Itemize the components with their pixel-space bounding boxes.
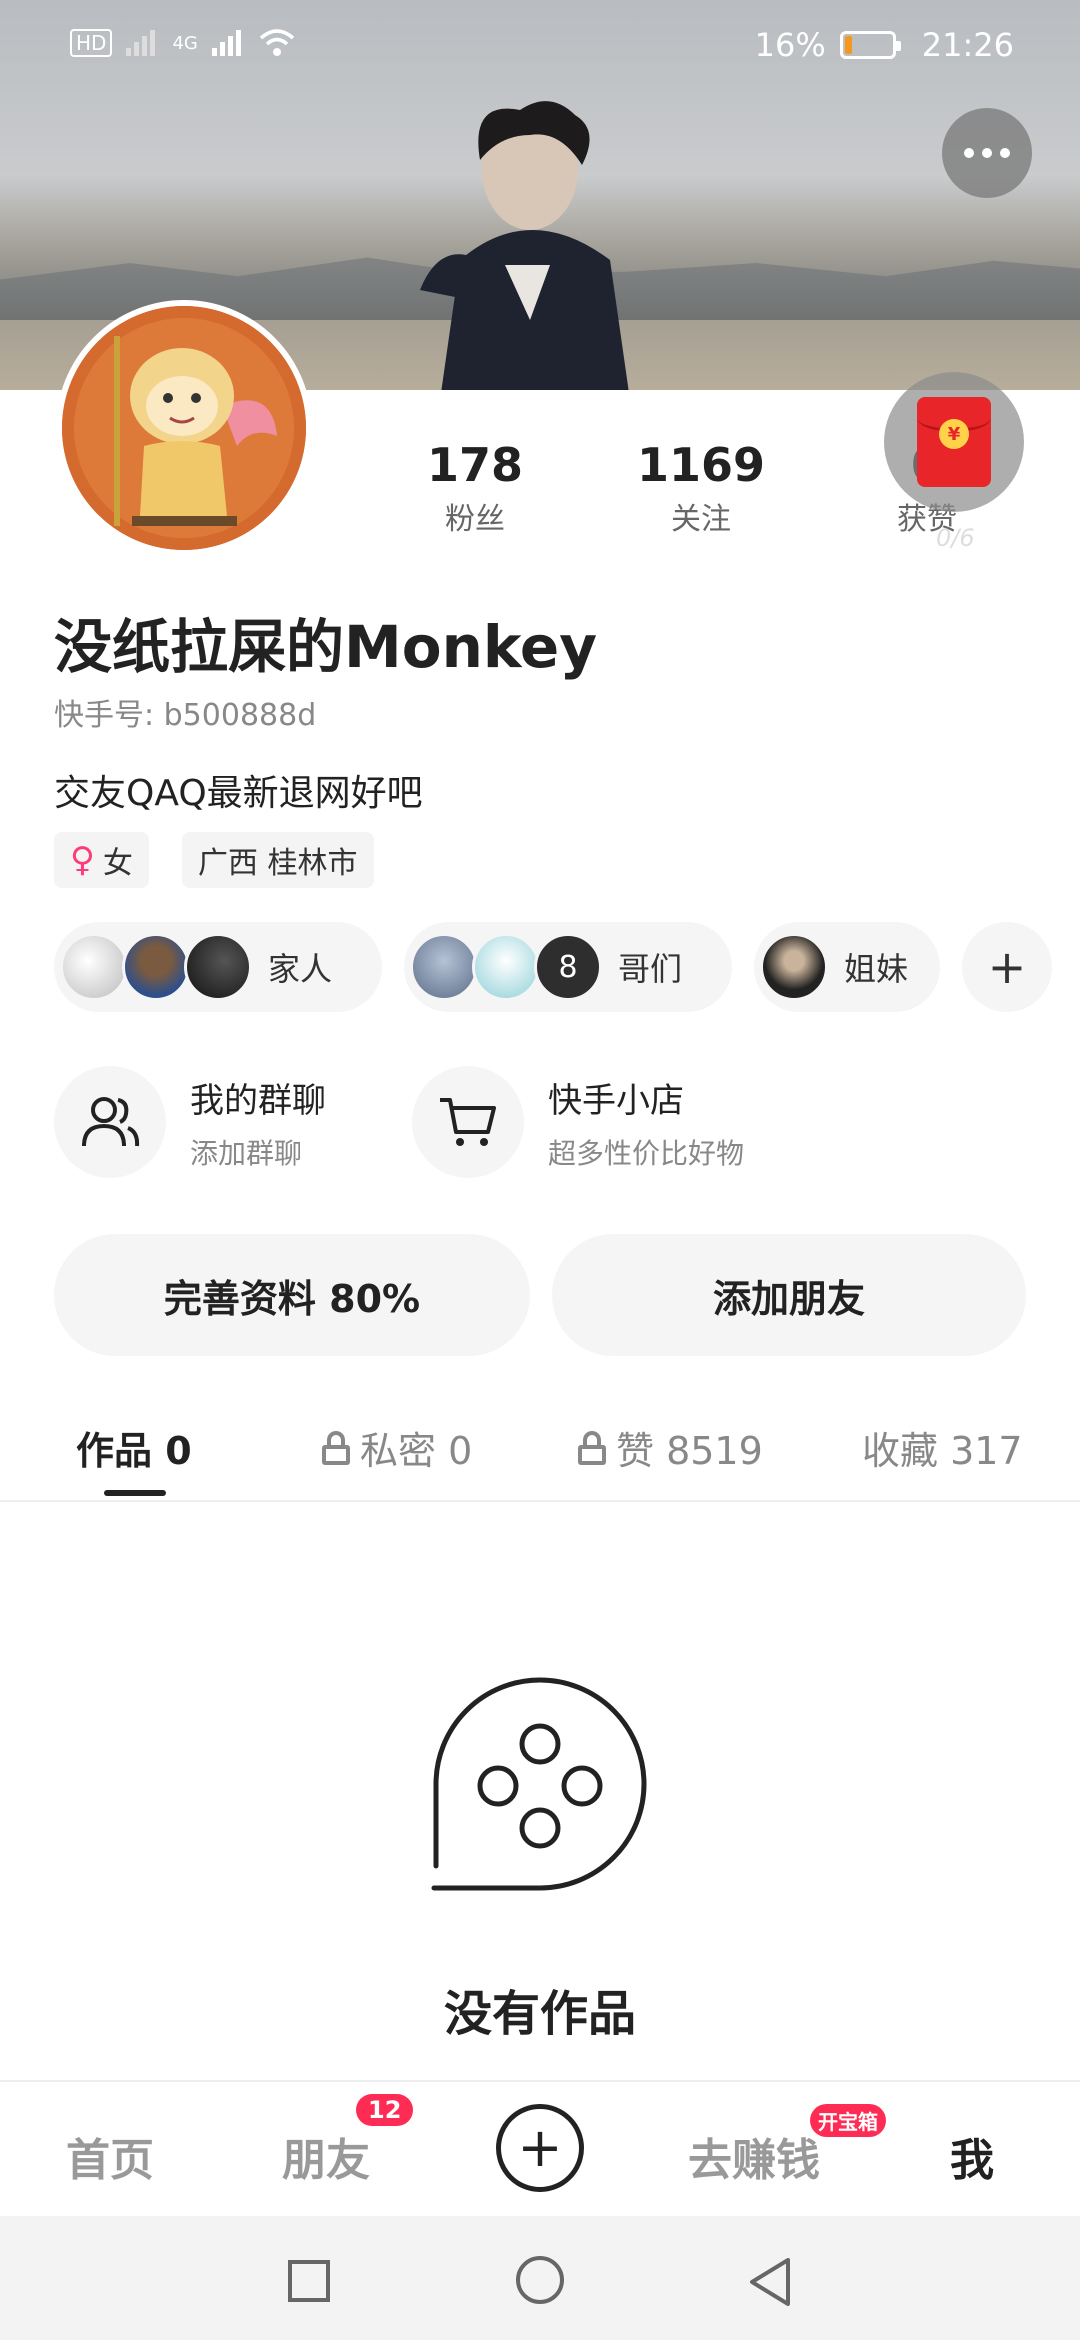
network-type: 4G	[172, 32, 198, 54]
shortcut-title: 快手小店	[548, 1080, 684, 1121]
empty-state-text: 没有作品	[443, 1986, 636, 2042]
lock-icon	[322, 1430, 350, 1465]
member-avatar	[60, 933, 128, 1001]
complete-profile-button[interactable]: 完善资料 80%	[54, 1234, 530, 1356]
avatar[interactable]	[56, 300, 312, 556]
gender-label: 女	[102, 846, 133, 881]
tab-favorites[interactable]: 收藏 317	[862, 1420, 1023, 1475]
following-stat[interactable]: 1169 关注	[636, 440, 766, 538]
member-avatar	[760, 933, 828, 1001]
profile-name: 没纸拉屎的Monkey	[54, 613, 598, 681]
followers-count: 178	[426, 438, 524, 492]
nav-friends[interactable]: 朋友	[282, 2124, 370, 2188]
earn-badge: 开宝箱	[810, 2104, 886, 2137]
add-group-button[interactable]: +	[962, 922, 1052, 1012]
member-count-badge: 8	[534, 933, 602, 1001]
dot-icon	[1000, 148, 1010, 158]
group-label: 家人	[268, 950, 333, 988]
status-bar: HD 4G 16% 21:26	[0, 0, 1080, 90]
monkey-avatar-image	[62, 306, 306, 550]
shortcut-subtitle: 添加群聊	[190, 1136, 303, 1170]
group-family[interactable]: 家人	[54, 922, 382, 1012]
create-button[interactable]: +	[496, 2104, 584, 2192]
following-label: 关注	[671, 502, 731, 537]
clock: 21:26	[921, 26, 1014, 64]
red-envelope-icon: ¥	[917, 397, 991, 487]
dot-icon	[982, 148, 992, 158]
battery-icon	[839, 31, 901, 59]
active-tab-indicator	[104, 1490, 166, 1496]
member-avatar	[410, 933, 478, 1001]
tab-likes[interactable]: 赞 8519	[578, 1420, 763, 1475]
more-options-button[interactable]	[942, 108, 1032, 198]
group-chat-shortcut[interactable]: 我的群聊 添加群聊	[54, 1066, 326, 1178]
recent-apps-icon[interactable]	[288, 2260, 330, 2302]
bottom-nav: 首页 朋友 12 + 去赚钱 开宝箱 我	[0, 2080, 1080, 2216]
film-reel-icon	[431, 1677, 647, 1891]
member-avatar	[184, 933, 252, 1001]
followers-label: 粉丝	[445, 502, 505, 537]
tab-label: 私密 0	[360, 1429, 473, 1473]
tab-divider	[0, 1500, 1080, 1502]
profile-bio: 交友QAQ最新退网好吧	[54, 773, 423, 814]
red-packet-button[interactable]: ¥	[884, 372, 1024, 512]
member-avatar	[122, 933, 190, 1001]
group-bros[interactable]: 8 哥们	[404, 922, 732, 1012]
tab-works[interactable]: 作品 0	[76, 1420, 192, 1475]
cover-person-figure	[420, 101, 629, 390]
system-nav-bar	[0, 2216, 1080, 2340]
female-icon: ♀	[70, 840, 95, 880]
shortcut-subtitle: 超多性价比好物	[548, 1136, 745, 1170]
group-label: 哥们	[618, 950, 683, 988]
nav-me[interactable]: 我	[950, 2124, 994, 2188]
home-icon[interactable]	[516, 2256, 564, 2304]
group-sisters[interactable]: 姐妹	[754, 922, 940, 1012]
tab-label: 赞 8519	[616, 1429, 763, 1473]
friends-badge: 12	[356, 2094, 414, 2126]
signal-strength-icon	[211, 30, 241, 56]
group-label: 姐妹	[844, 950, 909, 988]
following-count: 1169	[636, 438, 766, 492]
group-chat-icon	[54, 1066, 166, 1178]
nav-home[interactable]: 首页	[66, 2124, 154, 2188]
hd-indicator: HD	[70, 29, 113, 57]
dot-icon	[964, 148, 974, 158]
shop-shortcut[interactable]: 快手小店 超多性价比好物	[412, 1066, 744, 1178]
followers-stat[interactable]: 178 粉丝	[420, 440, 530, 538]
signal-icon	[126, 30, 156, 56]
member-avatar	[472, 933, 540, 1001]
battery-percent: 16%	[754, 26, 826, 64]
back-icon[interactable]	[748, 2256, 792, 2308]
shortcut-title: 我的群聊	[190, 1080, 326, 1121]
lock-icon	[578, 1430, 606, 1465]
red-packet-progress: 0/6	[936, 524, 975, 552]
nav-earn[interactable]: 去赚钱	[688, 2124, 820, 2188]
tab-private[interactable]: 私密 0	[322, 1420, 472, 1475]
kuaishou-id[interactable]: 快手号: b500888d	[54, 690, 316, 734]
tab-label: 收藏 317	[862, 1429, 1023, 1473]
gender-tag: ♀ 女	[54, 832, 149, 888]
add-friend-button[interactable]: 添加朋友	[552, 1234, 1026, 1356]
location-label: 广西 桂林市	[198, 846, 358, 881]
shopping-cart-icon	[412, 1066, 524, 1178]
wifi-icon	[259, 29, 295, 56]
location-tag: 广西 桂林市	[182, 832, 374, 888]
tab-label: 作品 0	[76, 1429, 192, 1473]
